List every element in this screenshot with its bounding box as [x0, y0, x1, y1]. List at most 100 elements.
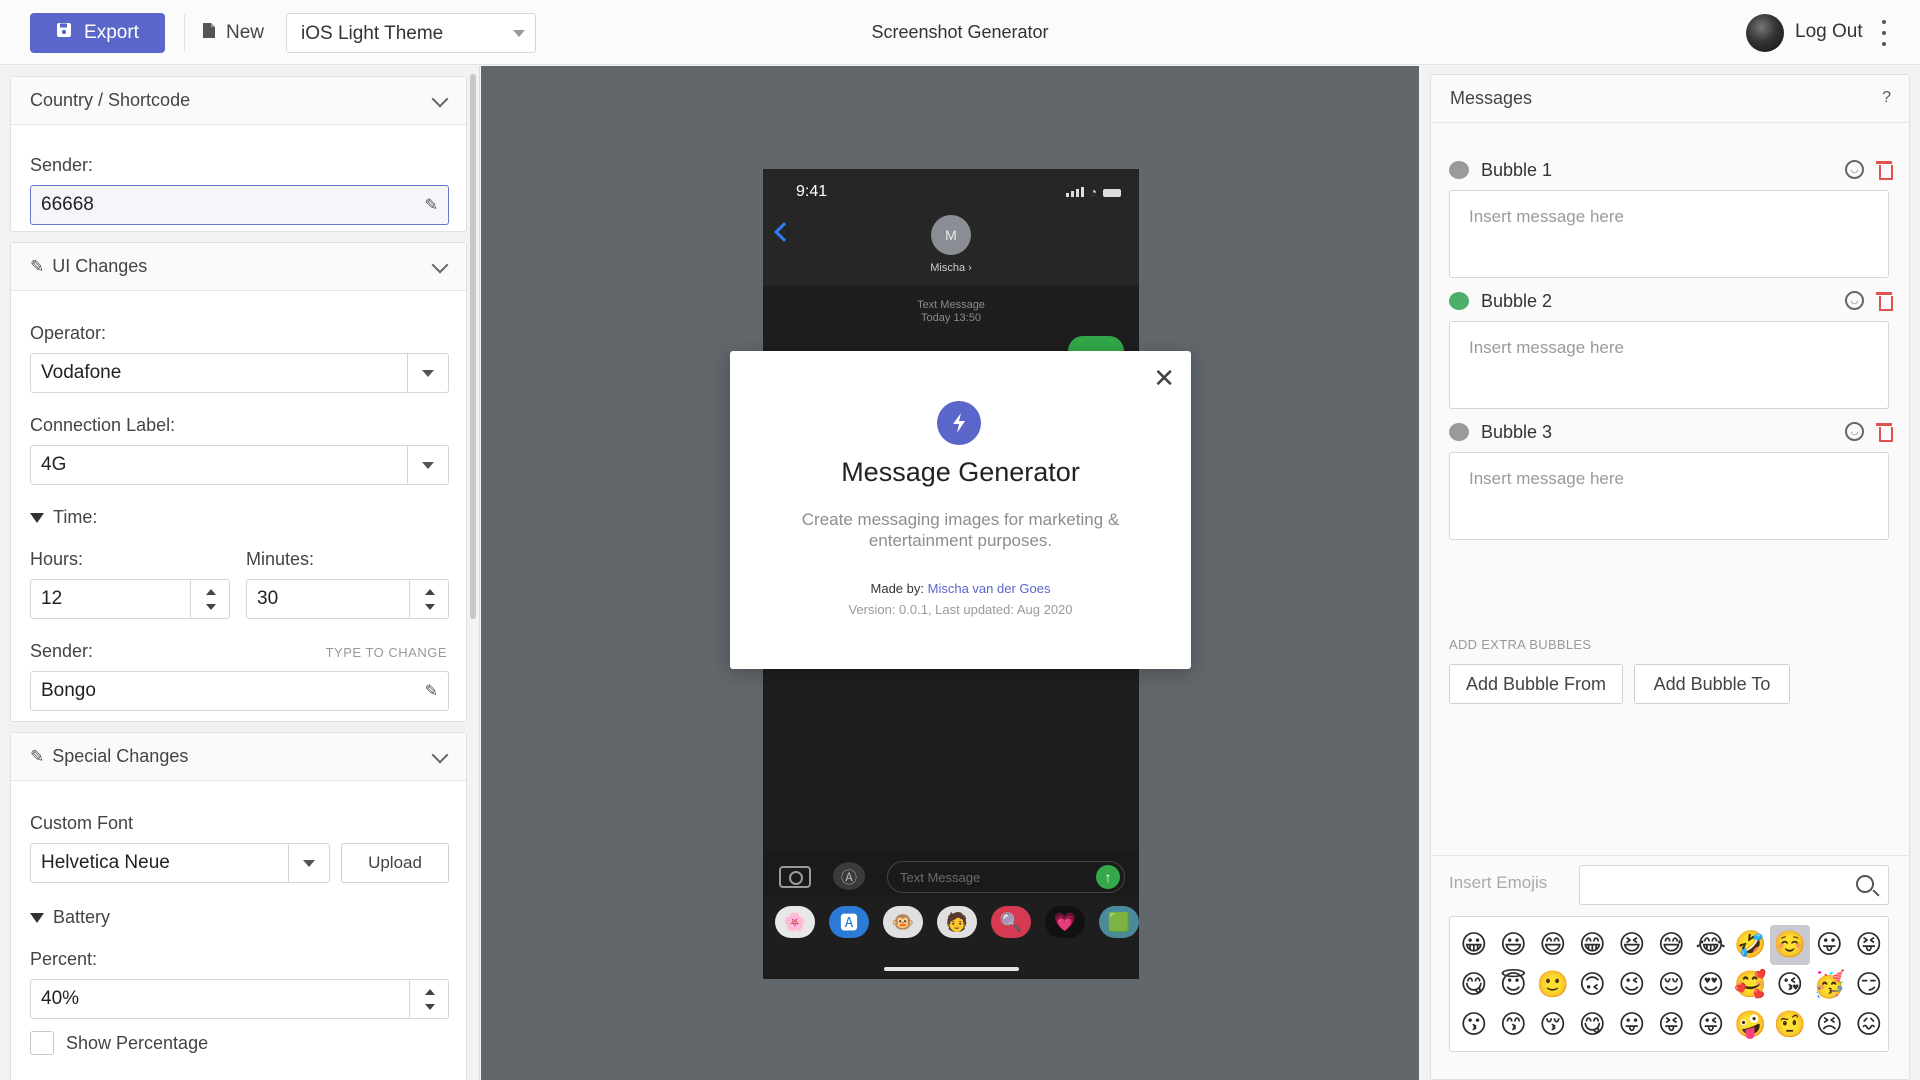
ui-changes-card: ✎ UI Changes Operator: Vodafone Connecti…: [10, 242, 467, 722]
country-header[interactable]: Country / Shortcode: [11, 77, 466, 125]
percent-stepper[interactable]: 40%: [30, 979, 449, 1019]
new-button[interactable]: New: [202, 18, 264, 48]
trash-icon[interactable]: [1876, 421, 1893, 442]
close-icon[interactable]: ✕: [1153, 365, 1175, 391]
emoji-item[interactable]: 😚: [1533, 1005, 1573, 1045]
scrollbar[interactable]: [470, 74, 476, 619]
pencil-icon: ✎: [424, 683, 438, 700]
emoji-item[interactable]: 😋: [1573, 1005, 1613, 1045]
emoji-item[interactable]: 🤣: [1731, 925, 1771, 965]
time-label: Time:: [53, 507, 98, 527]
photos-icon: 🌸: [775, 906, 815, 938]
emoji-item[interactable]: 😝: [1652, 1005, 1692, 1045]
emoji-item[interactable]: 🤨: [1770, 1005, 1810, 1045]
arrow-down-icon[interactable]: [425, 604, 435, 610]
add-bubble-to-button[interactable]: Add Bubble To: [1634, 664, 1790, 704]
chevron-down-icon: [303, 860, 315, 867]
operator-label: Operator:: [30, 323, 107, 343]
font-select[interactable]: Helvetica Neue: [30, 843, 330, 883]
emoji-icon[interactable]: ◡: [1845, 291, 1864, 310]
more-apps-icon: 🟩: [1099, 906, 1139, 938]
collapse-triangle-icon[interactable]: [30, 913, 44, 923]
emoji-item[interactable]: 😜: [1691, 1005, 1731, 1045]
export-button[interactable]: Export: [30, 13, 165, 53]
show-percentage-checkbox[interactable]: [30, 1031, 54, 1055]
emoji-item[interactable]: 😃: [1494, 925, 1534, 965]
emoji-item[interactable]: 😉: [1612, 965, 1652, 1005]
emoji-search-input[interactable]: [1579, 865, 1889, 905]
emoji-item[interactable]: 🥰: [1731, 965, 1771, 1005]
ui-changes-header[interactable]: ✎ UI Changes: [11, 243, 466, 291]
emoji-item[interactable]: 😋: [1454, 965, 1494, 1005]
emoji-item[interactable]: 🙃: [1573, 965, 1613, 1005]
emoji-item[interactable]: 😗: [1454, 1005, 1494, 1045]
connection-value: 4G: [41, 454, 67, 475]
emoji-item[interactable]: 😅: [1652, 925, 1692, 965]
trash-icon[interactable]: [1876, 159, 1893, 180]
arrow-down-icon[interactable]: [206, 604, 216, 610]
emoji-item[interactable]: 😣: [1810, 1005, 1850, 1045]
emoji-item[interactable]: 😍: [1691, 965, 1731, 1005]
emoji-item[interactable]: 😂: [1691, 925, 1731, 965]
emoji-icon[interactable]: ◡: [1845, 422, 1864, 441]
phone-time: 9:41: [796, 183, 828, 200]
emoji-item[interactable]: 😖: [1849, 1005, 1889, 1045]
operator-select[interactable]: Vodafone: [30, 353, 449, 393]
settings-panel: Country / Shortcode Sender: 66668 ✎ ✎ UI…: [0, 66, 480, 1080]
bubble-textarea[interactable]: Insert message here: [1449, 190, 1889, 278]
special-changes-card: ✎ Special Changes Custom Font Helvetica …: [10, 732, 467, 1080]
emoji-item[interactable]: 😀: [1454, 925, 1494, 965]
author-link[interactable]: Mischa van der Goes: [928, 581, 1051, 596]
arrow-up-icon[interactable]: [425, 989, 435, 995]
avatar[interactable]: [1746, 14, 1784, 52]
messages-card: Messages ? Bubble 1 ◡ Insert message her…: [1430, 74, 1910, 1080]
emoji-item[interactable]: 😁: [1573, 925, 1613, 965]
emoji-grid: 😀 😃 😄 😁 😆 😅 😂 🤣 ☺️ 😛 😝 😋 😇 🙂 🙃 😉 😌 😍 🥰 😘 🥳 😏 😗 😙 😚 😋 😛 😝 😜 🤪 🤨 😣 😖: [1449, 916, 1889, 1052]
emoji-item[interactable]: 😆: [1612, 925, 1652, 965]
battery-label: Battery: [53, 907, 111, 927]
ui-sender-input[interactable]: Bongo ✎: [30, 671, 449, 711]
bubble-textarea[interactable]: Insert message here: [1449, 452, 1889, 540]
trash-icon[interactable]: [1876, 290, 1893, 311]
emoji-item[interactable]: 😙: [1494, 1005, 1534, 1045]
emoji-item[interactable]: 😌: [1652, 965, 1692, 1005]
made-by-label: Made by:: [870, 581, 924, 596]
more-options-icon[interactable]: [1880, 20, 1888, 46]
logout-link[interactable]: Log Out: [1795, 21, 1863, 43]
emoji-item[interactable]: 😝: [1849, 925, 1889, 965]
contact-avatar: M: [931, 215, 971, 255]
bubble-textarea[interactable]: Insert message here: [1449, 321, 1889, 409]
minutes-value: 30: [257, 588, 279, 609]
theme-select[interactable]: iOS Light Theme: [286, 13, 536, 53]
emoji-item[interactable]: ☺️: [1770, 925, 1810, 965]
upload-button[interactable]: Upload: [341, 843, 449, 883]
emoji-item[interactable]: 😄: [1533, 925, 1573, 965]
add-extra-label: ADD EXTRA BUBBLES: [1449, 637, 1592, 652]
minutes-label: Minutes:: [246, 549, 315, 569]
emoji-icon[interactable]: ◡: [1845, 160, 1864, 179]
special-changes-header[interactable]: ✎ Special Changes: [11, 733, 466, 781]
sender-input[interactable]: 66668 ✎: [30, 185, 449, 225]
connection-select[interactable]: 4G: [30, 445, 449, 485]
emoji-item[interactable]: 🤪: [1731, 1005, 1771, 1045]
emoji-item[interactable]: 😛: [1810, 925, 1850, 965]
sender-hint: TYPE TO CHANGE: [325, 645, 447, 660]
emoji-item[interactable]: 🙂: [1533, 965, 1573, 1005]
emoji-item[interactable]: 😘: [1770, 965, 1810, 1005]
arrow-down-icon[interactable]: [425, 1004, 435, 1010]
emoji-item[interactable]: 😇: [1494, 965, 1534, 1005]
minutes-stepper[interactable]: 30: [246, 579, 449, 619]
phone-input-bar: Ⓐ Text Message ↑: [763, 850, 1139, 896]
emoji-item[interactable]: 😛: [1612, 1005, 1652, 1045]
emoji-item[interactable]: 😏: [1849, 965, 1889, 1005]
arrow-up-icon[interactable]: [206, 589, 216, 595]
collapse-triangle-icon[interactable]: [30, 513, 44, 523]
help-icon[interactable]: ?: [1882, 89, 1891, 107]
add-bubble-from-button[interactable]: Add Bubble From: [1449, 664, 1623, 704]
arrow-up-icon[interactable]: [425, 589, 435, 595]
speech-bubble-icon: [1449, 161, 1469, 179]
chevron-down-icon: [422, 370, 434, 377]
hours-stepper[interactable]: 12: [30, 579, 230, 619]
new-label: New: [226, 22, 265, 43]
emoji-item[interactable]: 🥳: [1810, 965, 1850, 1005]
